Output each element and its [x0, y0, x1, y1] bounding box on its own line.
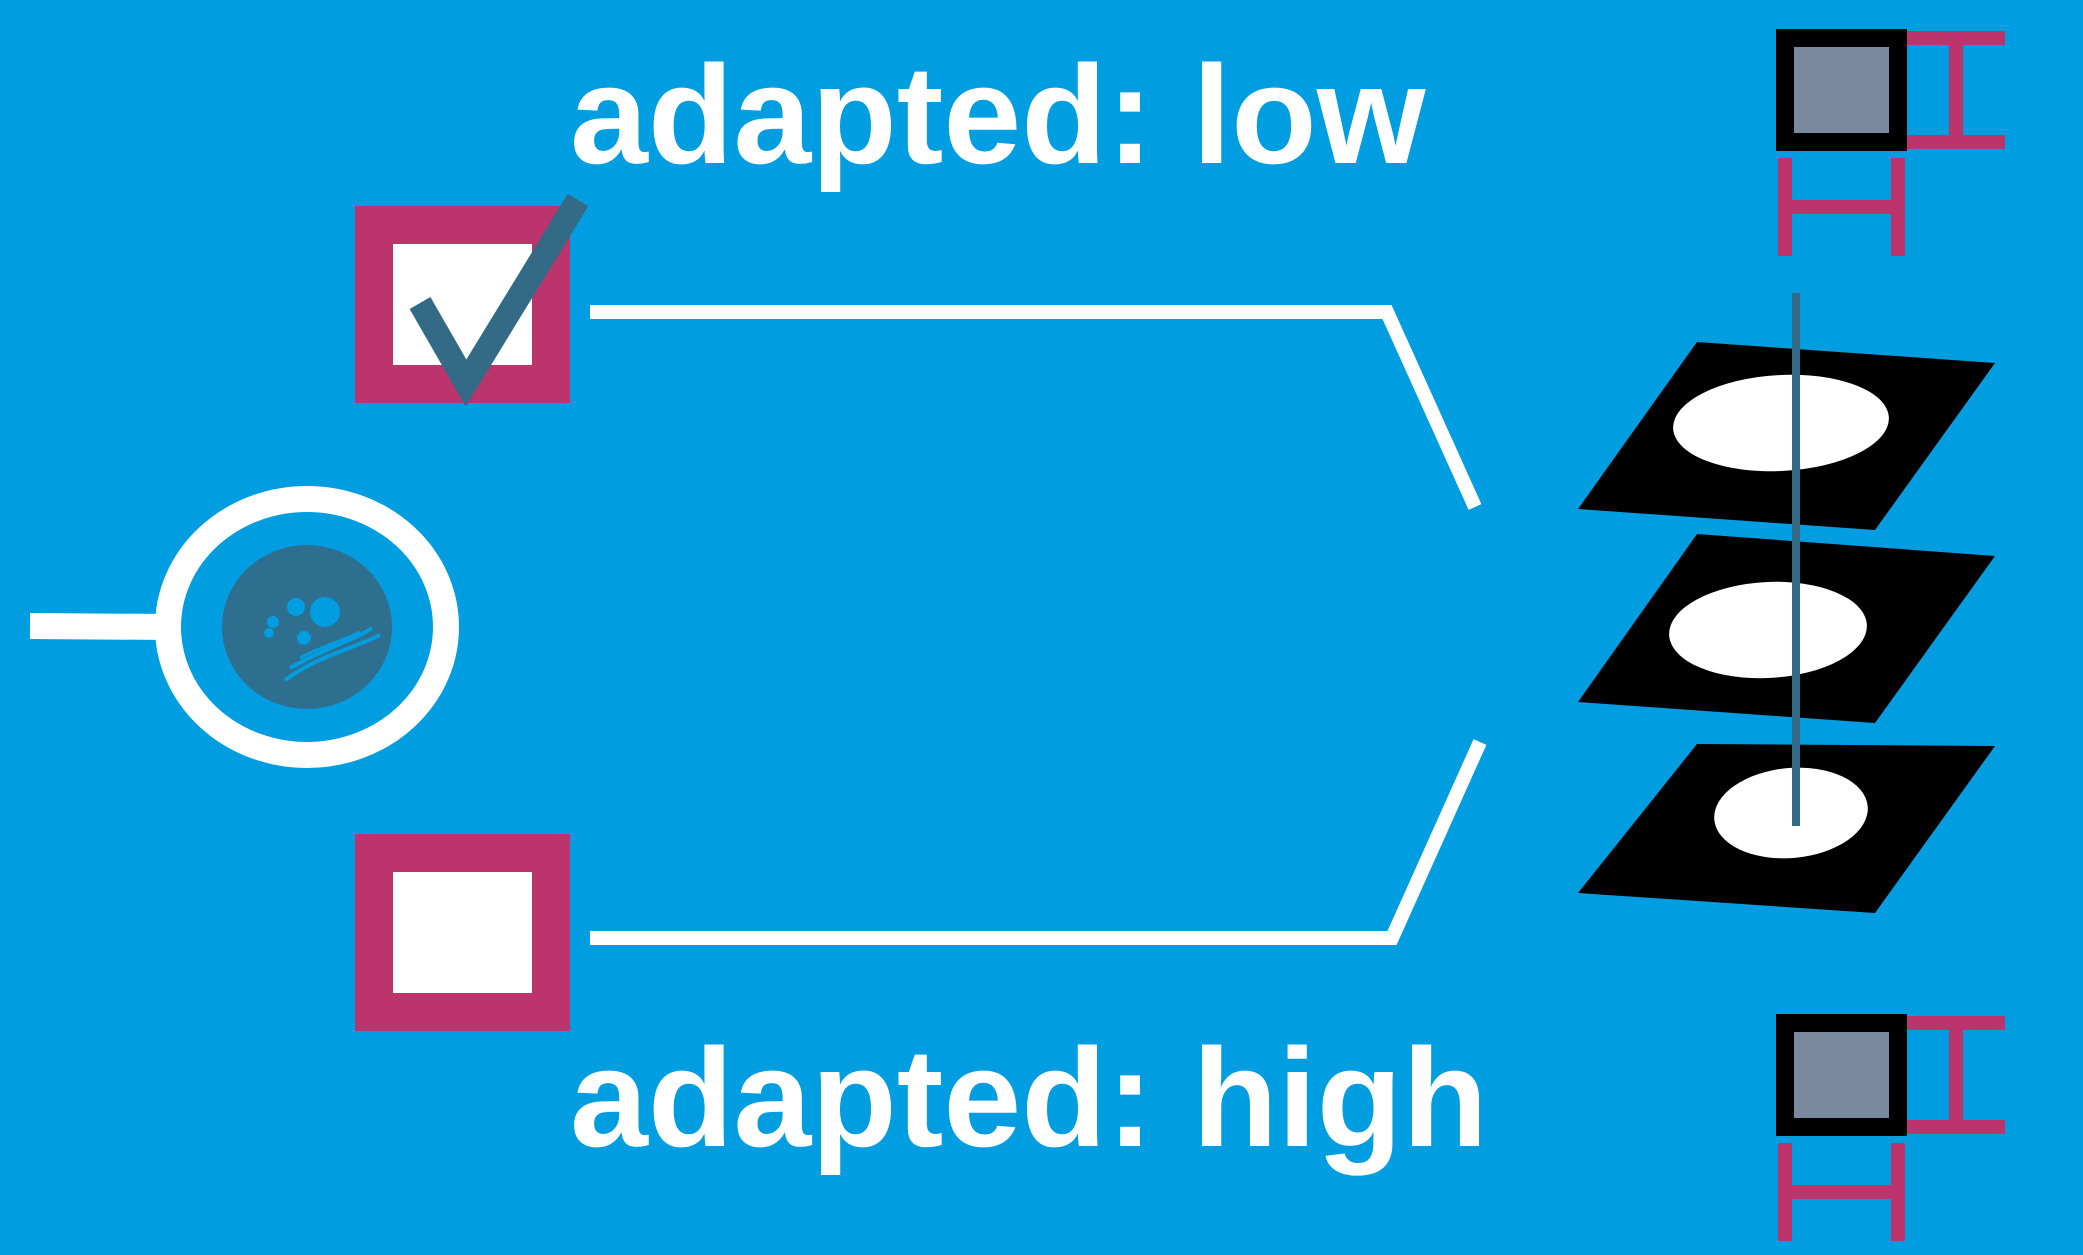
checkbox-bottom[interactable] — [355, 834, 570, 1031]
magnifier-cell-icon — [29, 486, 459, 768]
top-connector-line — [590, 305, 1482, 510]
layer-stack-icon — [1578, 293, 1995, 913]
label-adapted-low: adapted: low — [570, 36, 1426, 193]
label-adapted-high: adapted: high — [570, 1019, 1488, 1176]
mini-box-icon-bottom — [1776, 1014, 2005, 1241]
diagram-canvas: adapted: low adapted: high — [0, 0, 2083, 1250]
mini-box-icon-top — [1776, 29, 2005, 256]
bottom-connector-line — [590, 739, 1487, 945]
checkbox-top[interactable] — [355, 193, 589, 407]
